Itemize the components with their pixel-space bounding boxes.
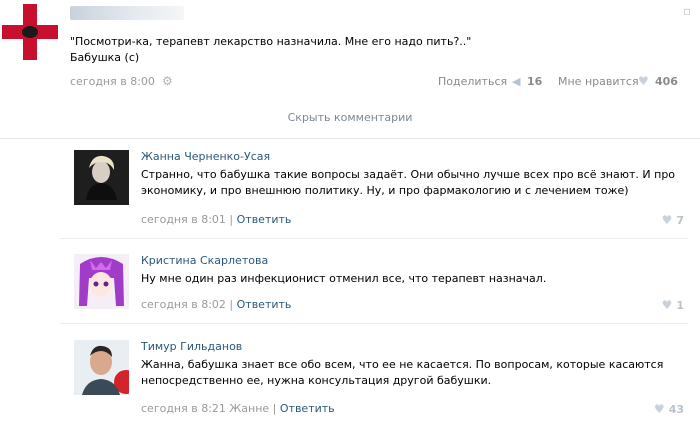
comment-text: Ну мне один раз инфекционист отменил все… <box>141 272 547 285</box>
post-author-name-blurred[interactable] <box>70 6 184 20</box>
post-text-line: Бабушка (с) <box>70 51 140 64</box>
divider <box>60 238 688 239</box>
comment-author[interactable]: Кристина Скарлетова <box>141 254 268 267</box>
share-count: 16 <box>527 75 543 88</box>
megaphone-icon[interactable]: ◀ <box>512 75 520 88</box>
like-count: 406 <box>655 75 678 88</box>
comment-date[interactable]: сегодня в 8:01 <box>141 213 226 226</box>
comment-meta: сегодня в 8:01 | Ответить <box>141 213 292 226</box>
comment-like[interactable]: ♥ 43 <box>654 402 684 416</box>
like-button[interactable]: Мне нравится <box>558 75 639 88</box>
avatar[interactable] <box>74 150 129 205</box>
comment-date[interactable]: сегодня в 8:02 <box>141 298 226 311</box>
comment-text: Странно, что бабушка такие вопросы задаё… <box>141 168 676 197</box>
post-date[interactable]: сегодня в 8:00 <box>70 75 155 88</box>
comment-item: Жанна Черненко-Усая Странно, что бабушка… <box>60 150 700 228</box>
avatar[interactable] <box>74 254 129 309</box>
post-text-line: "Посмотри-ка, терапевт лекарство назначи… <box>70 35 472 48</box>
reply-button[interactable]: Ответить <box>280 402 335 415</box>
comment-date[interactable]: сегодня в 8:21 <box>141 402 226 415</box>
divider <box>60 323 688 324</box>
post-meta: сегодня в 8:00 ⚙ Поделиться ◀ 16 Мне нра… <box>70 74 686 89</box>
comment-meta: сегодня в 8:02 | Ответить <box>141 298 292 311</box>
comment-meta: сегодня в 8:21 Жанне | Ответить <box>141 402 335 415</box>
post-menu-icon[interactable]: ▫ <box>683 5 691 17</box>
comment-like-count: 43 <box>668 403 684 416</box>
post-author-avatar[interactable] <box>2 4 58 60</box>
post-text: "Посмотри-ка, терапевт лекарство назначи… <box>70 34 680 66</box>
comment-like[interactable]: ♥ 7 <box>662 213 684 227</box>
comment-item: Кристина Скарлетова Ну мне один раз инфе… <box>60 254 700 316</box>
heart-icon[interactable]: ♥ <box>662 213 673 227</box>
comment-like[interactable]: ♥ 1 <box>662 298 684 312</box>
comment-text: Жанна, бабушка знает все обо всем, что е… <box>141 358 664 387</box>
comment-item: Тимур Гильданов Жанна, бабушка знает все… <box>60 340 700 420</box>
heart-icon[interactable]: ♥ <box>654 402 665 416</box>
comment-like-count: 7 <box>676 214 684 227</box>
comment-author[interactable]: Жанна Черненко-Усая <box>141 150 270 163</box>
reply-button[interactable]: Ответить <box>237 213 292 226</box>
reply-button[interactable]: Ответить <box>237 298 292 311</box>
heart-icon[interactable]: ♥ <box>638 74 649 88</box>
avatar[interactable] <box>74 340 129 395</box>
share-button[interactable]: Поделиться <box>438 75 507 88</box>
hide-comments-link[interactable]: Скрыть комментарии <box>0 108 700 139</box>
gear-icon[interactable]: ⚙ <box>162 74 173 88</box>
reply-to-link[interactable]: Жанне <box>229 402 269 415</box>
heart-icon[interactable]: ♥ <box>662 298 673 312</box>
comment-author[interactable]: Тимур Гильданов <box>141 340 242 353</box>
comment-like-count: 1 <box>676 299 684 312</box>
